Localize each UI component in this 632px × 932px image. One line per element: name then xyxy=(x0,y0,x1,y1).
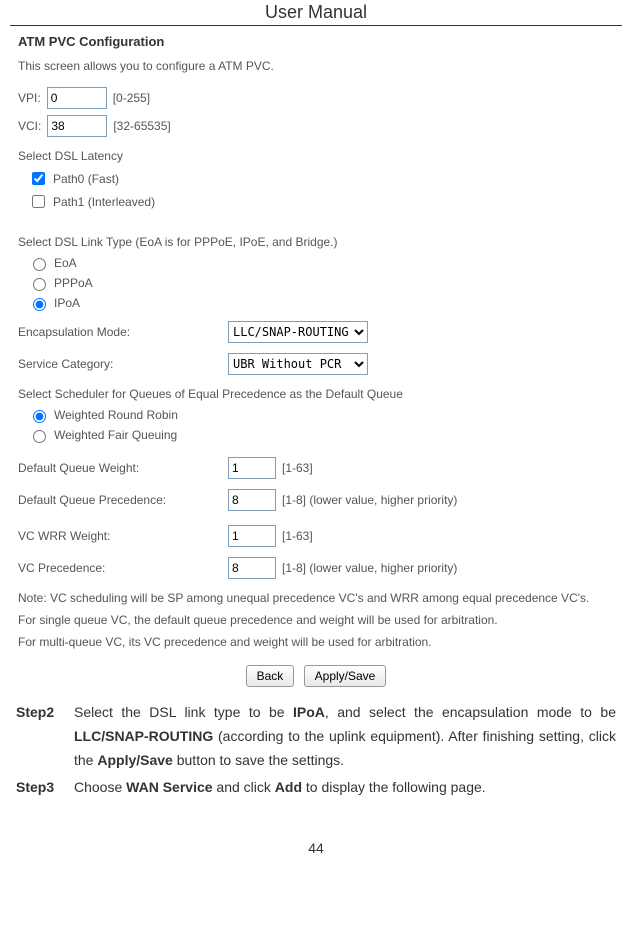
vpi-label: VPI: xyxy=(18,91,41,105)
step3-text-3: to display the following page. xyxy=(302,779,486,795)
pppoa-label: PPPoA xyxy=(54,276,93,290)
encap-select[interactable]: LLC/SNAP-ROUTING xyxy=(228,321,368,343)
dqp-input[interactable] xyxy=(228,489,276,511)
step3-text-1: Choose xyxy=(74,779,126,795)
wrr-row: Weighted Round Robin xyxy=(28,407,614,423)
note-3: For multi-queue VC, its VC precedence an… xyxy=(18,633,614,651)
eoa-label: EoA xyxy=(54,256,77,270)
path1-label: Path1 (Interleaved) xyxy=(53,195,155,209)
wfq-radio[interactable] xyxy=(33,430,46,443)
config-intro: This screen allows you to configure a AT… xyxy=(18,59,614,73)
path1-row: Path1 (Interleaved) xyxy=(28,192,614,211)
note-2: For single queue VC, the default queue p… xyxy=(18,611,614,629)
step-2: Step2 Select the DSL link type to be IPo… xyxy=(16,701,616,772)
pppoa-row: PPPoA xyxy=(28,275,614,291)
encap-row: Encapsulation Mode: LLC/SNAP-ROUTING xyxy=(18,321,614,343)
svc-cat-select[interactable]: UBR Without PCR xyxy=(228,353,368,375)
encap-label: Encapsulation Mode: xyxy=(18,325,228,339)
eoa-radio[interactable] xyxy=(33,258,46,271)
step3-bold-wan: WAN Service xyxy=(126,779,212,795)
step2-bold-ipoa: IPoA xyxy=(293,704,325,720)
vci-label: VCI: xyxy=(18,119,41,133)
path0-label: Path0 (Fast) xyxy=(53,172,119,186)
steps-block: Step2 Select the DSL link type to be IPo… xyxy=(10,701,622,800)
wrr-radio[interactable] xyxy=(33,410,46,423)
step2-bold-applysave: Apply/Save xyxy=(97,752,172,768)
step2-text-4: button to save the settings. xyxy=(173,752,344,768)
step2-label: Step2 xyxy=(16,701,74,772)
vcp-label: VC Precedence: xyxy=(18,561,228,575)
step3-body: Choose WAN Service and click Add to disp… xyxy=(74,776,616,800)
vpi-hint: [0-255] xyxy=(113,91,150,105)
ipoa-label: IPoA xyxy=(54,296,80,310)
apply-save-button[interactable]: Apply/Save xyxy=(304,665,387,687)
step2-bold-llc: LLC/SNAP-ROUTING xyxy=(74,728,213,744)
vcw-label: VC WRR Weight: xyxy=(18,529,228,543)
dqp-hint: [1-8] (lower value, higher priority) xyxy=(282,493,457,507)
dqw-hint: [1-63] xyxy=(282,461,313,475)
vci-row: VCI: [32-65535] xyxy=(18,115,614,137)
vpi-input[interactable] xyxy=(47,87,107,109)
vcw-row: VC WRR Weight: [1-63] xyxy=(18,525,614,547)
button-row: Back Apply/Save xyxy=(18,665,614,687)
vpi-row: VPI: [0-255] xyxy=(18,87,614,109)
vci-input[interactable] xyxy=(47,115,107,137)
page-number: 44 xyxy=(10,840,622,856)
step-3: Step3 Choose WAN Service and click Add t… xyxy=(16,776,616,800)
step3-text-2: and click xyxy=(213,779,275,795)
dqp-label: Default Queue Precedence: xyxy=(18,493,228,507)
ipoa-row: IPoA xyxy=(28,295,614,311)
dqw-input[interactable] xyxy=(228,457,276,479)
step3-label: Step3 xyxy=(16,776,74,800)
dqw-label: Default Queue Weight: xyxy=(18,461,228,475)
dqw-row: Default Queue Weight: [1-63] xyxy=(18,457,614,479)
step2-text-1: Select the DSL link type to be xyxy=(74,704,293,720)
step3-bold-add: Add xyxy=(275,779,302,795)
config-panel: ATM PVC Configuration This screen allows… xyxy=(10,34,622,701)
wfq-row: Weighted Fair Queuing xyxy=(28,427,614,443)
note-1: Note: VC scheduling will be SP among une… xyxy=(18,589,614,607)
dqp-row: Default Queue Precedence: [1-8] (lower v… xyxy=(18,489,614,511)
latency-label: Select DSL Latency xyxy=(18,149,614,163)
eoa-row: EoA xyxy=(28,255,614,271)
path0-row: Path0 (Fast) xyxy=(28,169,614,188)
path1-checkbox[interactable] xyxy=(32,195,45,208)
wfq-label: Weighted Fair Queuing xyxy=(54,428,177,442)
page-header: User Manual xyxy=(10,0,622,26)
step2-body: Select the DSL link type to be IPoA, and… xyxy=(74,701,616,772)
step2-text-2: , and select the encapsulation mode to b… xyxy=(325,704,616,720)
vci-hint: [32-65535] xyxy=(113,119,170,133)
vcw-input[interactable] xyxy=(228,525,276,547)
vcp-input[interactable] xyxy=(228,557,276,579)
vcp-hint: [1-8] (lower value, higher priority) xyxy=(282,561,457,575)
linktype-label: Select DSL Link Type (EoA is for PPPoE, … xyxy=(18,235,614,249)
ipoa-radio[interactable] xyxy=(33,298,46,311)
vcw-hint: [1-63] xyxy=(282,529,313,543)
back-button[interactable]: Back xyxy=(246,665,295,687)
scheduler-label: Select Scheduler for Queues of Equal Pre… xyxy=(18,387,614,401)
vcp-row: VC Precedence: [1-8] (lower value, highe… xyxy=(18,557,614,579)
pppoa-radio[interactable] xyxy=(33,278,46,291)
config-title: ATM PVC Configuration xyxy=(18,34,614,49)
wrr-label: Weighted Round Robin xyxy=(54,408,178,422)
path0-checkbox[interactable] xyxy=(32,172,45,185)
svc-cat-label: Service Category: xyxy=(18,357,228,371)
svc-cat-row: Service Category: UBR Without PCR xyxy=(18,353,614,375)
